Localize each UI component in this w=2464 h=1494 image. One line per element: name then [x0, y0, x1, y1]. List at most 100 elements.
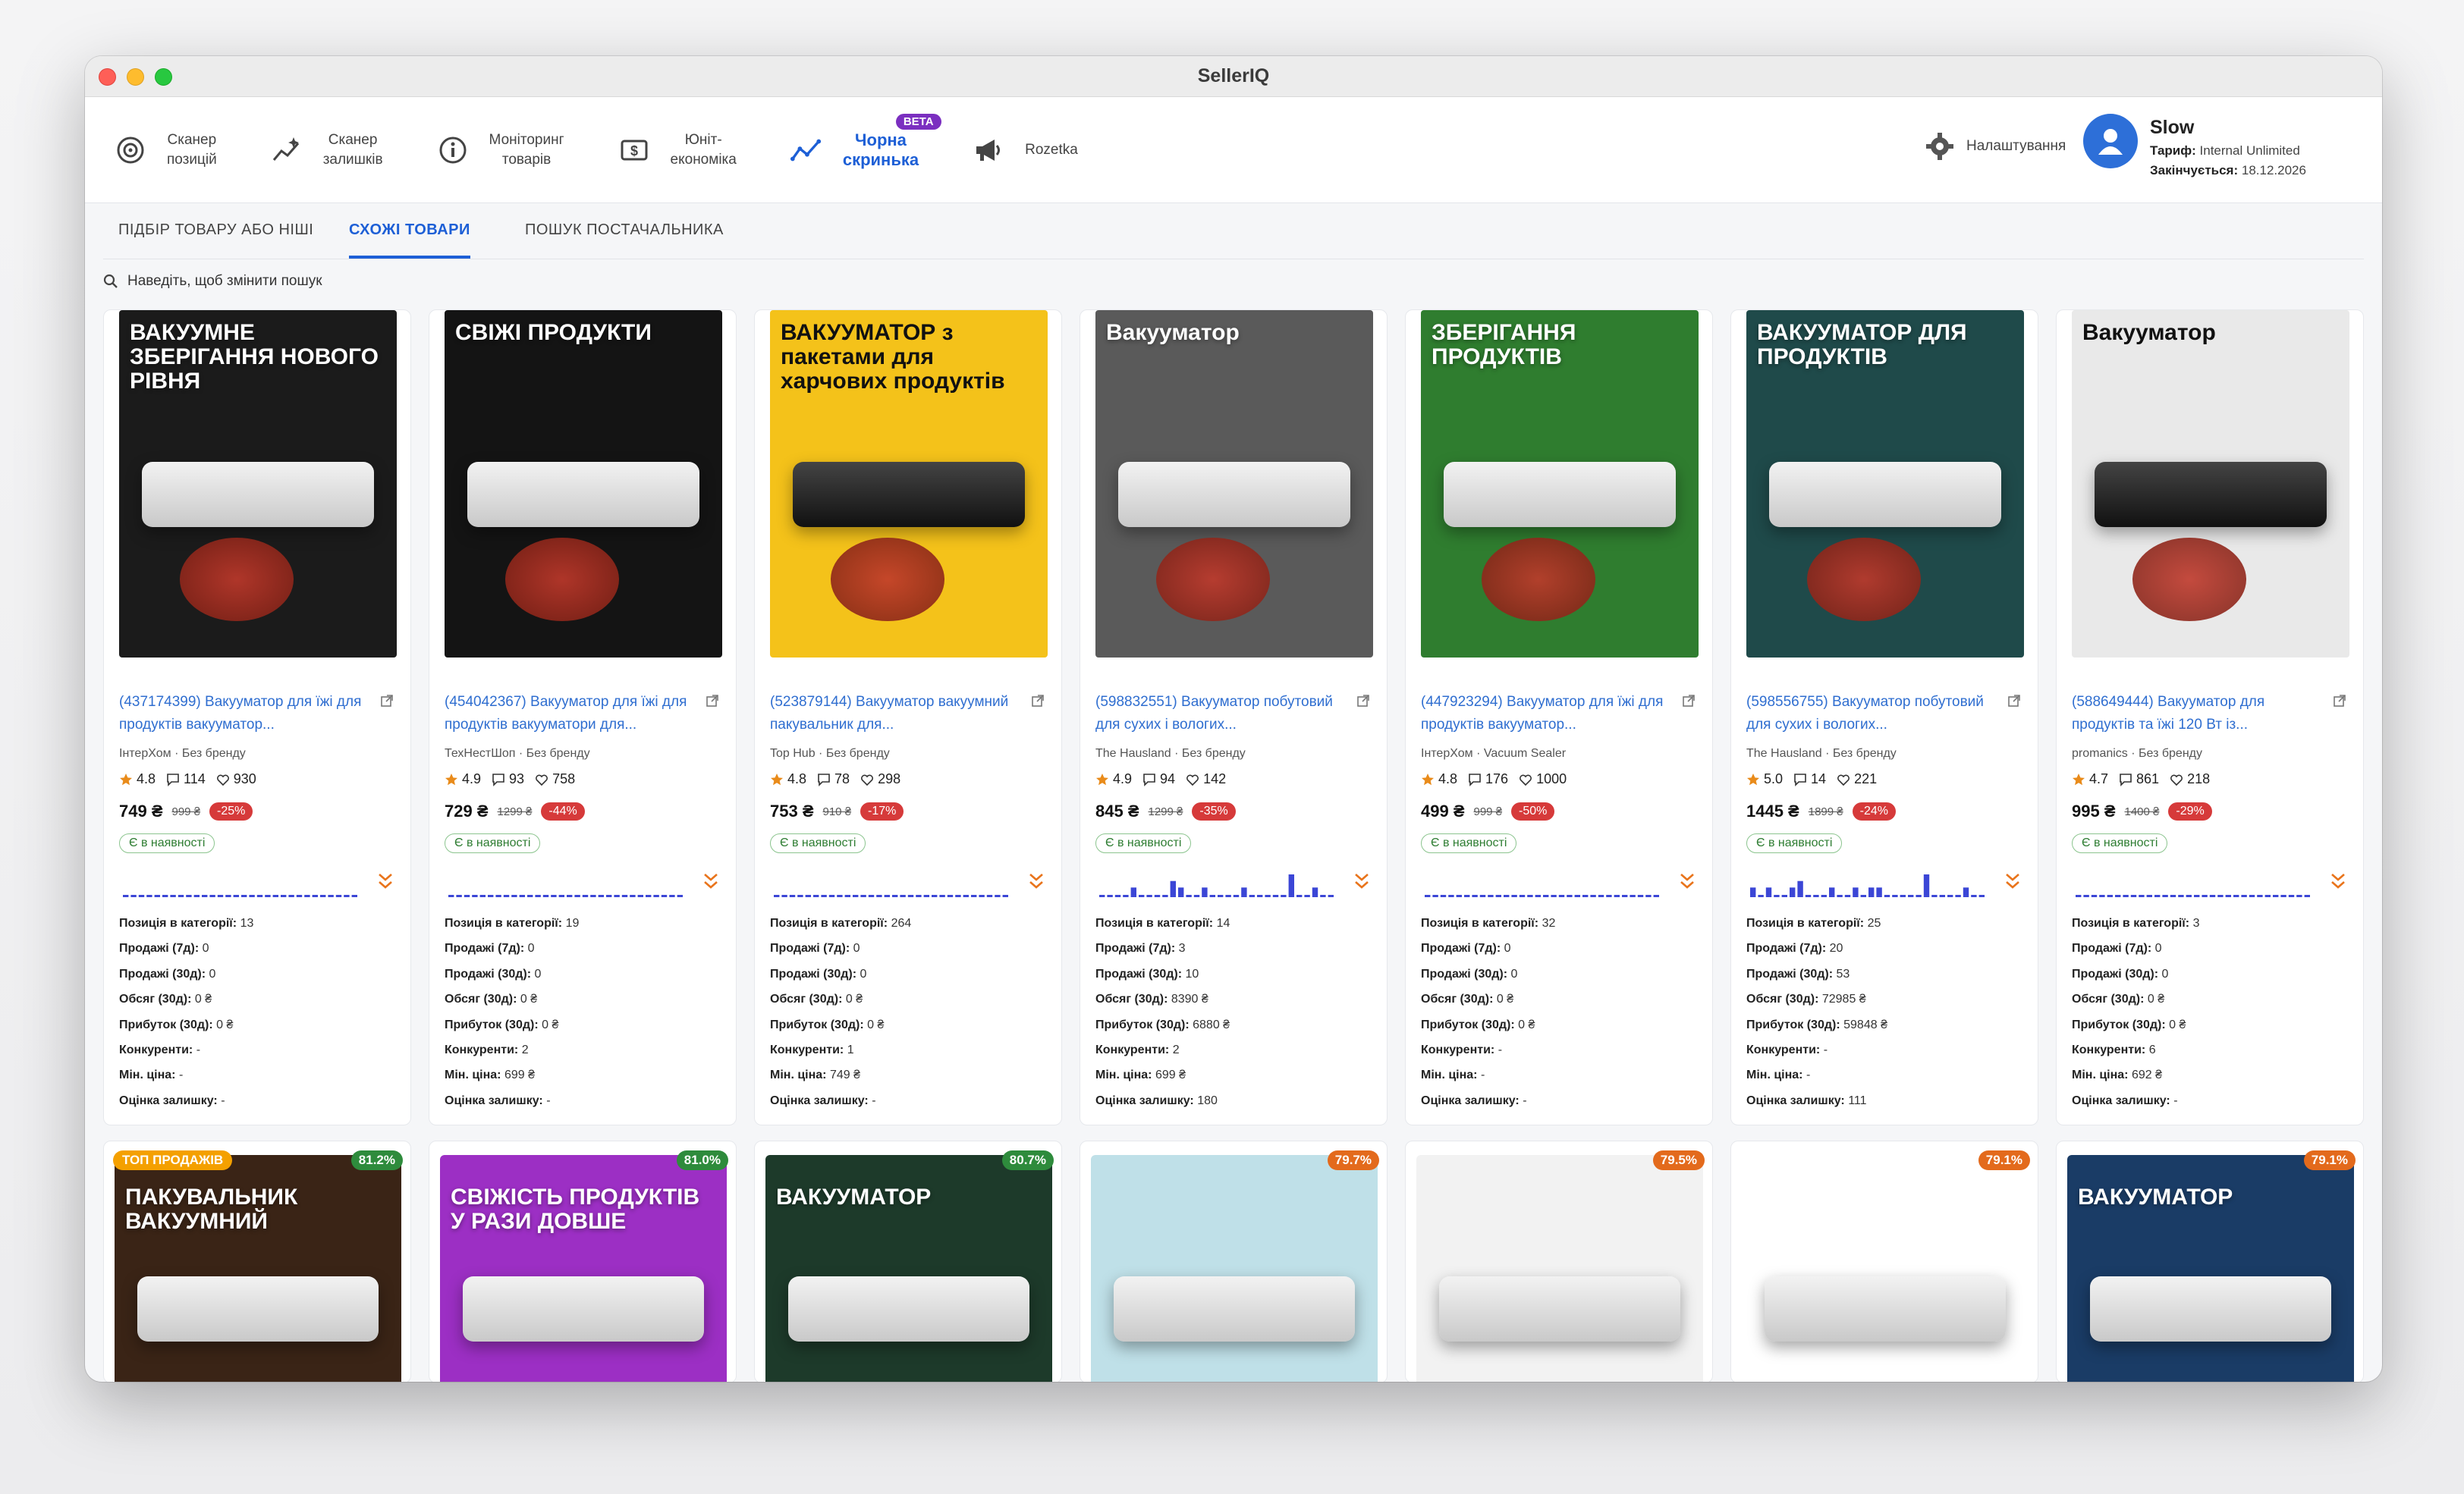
sparkline-bar	[265, 895, 271, 897]
metric-value: 0	[534, 967, 542, 981]
sparkline-bar	[1535, 895, 1541, 897]
sparkline-bar	[947, 895, 954, 897]
sparkline-bar	[781, 895, 787, 897]
metric-value: 72985 ₴	[1821, 993, 1866, 1006]
double-chevron-icon[interactable]	[2330, 871, 2346, 891]
product-image-text: ВАКУУМНЕ ЗБЕРІГАННЯ НОВОГО РІВНЯ	[130, 320, 379, 394]
metric-label: Прибуток (30д):	[445, 1018, 539, 1031]
product-card[interactable]: Вакууматор (588649444) Вакууматор для пр…	[2056, 309, 2364, 1125]
sparkline-bar	[1218, 895, 1224, 897]
nav-positions-scanner[interactable]: Сканер позицій	[114, 130, 217, 170]
nav-product-monitoring[interactable]: Моніторинг товарів	[436, 130, 564, 170]
product-image[interactable]: СВІЖІ ПРОДУКТИ	[445, 310, 722, 658]
sparkline-bar	[1432, 895, 1438, 897]
user-profile[interactable]: Slow Тариф: Internal Unlimited Закінчуєт…	[2083, 114, 2306, 178]
match-score-badge: 80.7%	[1001, 1150, 1054, 1170]
product-image[interactable]: ВАКУУМАТОР з пакетами для харчових проду…	[770, 310, 1048, 658]
product-card[interactable]: СВІЖІ ПРОДУКТИ (454042367) Вакууматор дл…	[429, 309, 737, 1125]
external-link-icon[interactable]	[2007, 694, 2021, 708]
product-card[interactable]: ВАКУУМАТОР 79.1%	[2056, 1141, 2364, 1382]
double-chevron-icon[interactable]	[1679, 871, 1696, 891]
product-title-link[interactable]: (447923294) Вакууматор для їжі для проду…	[1421, 691, 1671, 736]
external-link-icon[interactable]	[380, 694, 394, 708]
product-title-link[interactable]: (437174399) Вакууматор для їжі для проду…	[119, 691, 369, 736]
tab-supplier-search[interactable]: ПОШУК ПОСТАЧАЛЬНИКА	[525, 221, 724, 256]
product-title-link[interactable]: (523879144) Вакууматор вакуумний пакувал…	[770, 691, 1020, 736]
product-card[interactable]: 79.5%	[1405, 1141, 1713, 1382]
double-chevron-icon[interactable]	[1028, 871, 1045, 891]
metric-label: Продажі (30д):	[770, 967, 857, 981]
metric-label: Продажі (30д):	[445, 967, 532, 981]
product-card[interactable]: ЗБЕРІГАННЯ ПРОДУКТІВ (447923294) Вакуума…	[1405, 309, 1713, 1125]
metric-value: 692 ₴	[2131, 1069, 2162, 1082]
sparkline-bar	[1464, 895, 1470, 897]
product-image[interactable]: СВІЖІСТЬ ПРОДУКТІВ У РАЗИ ДОВШЕ	[440, 1155, 727, 1382]
metric-label: Обсяг (30д):	[119, 993, 192, 1006]
sparkline-bar	[923, 895, 929, 897]
double-chevron-icon[interactable]	[2004, 871, 2021, 891]
nav-black-box[interactable]: Чорна скринька BETA	[790, 113, 941, 170]
product-image[interactable]	[1416, 1155, 1703, 1382]
external-link-icon[interactable]	[2333, 694, 2346, 708]
product-title-link[interactable]: (598556755) Вакууматор побутовий для сух…	[1746, 691, 1997, 736]
product-title-link[interactable]: (588649444) Вакууматор для продуктів та …	[2072, 691, 2322, 736]
product-image-text: Вакууматор	[2082, 320, 2216, 345]
discount-badge: -44%	[541, 802, 585, 821]
sparkline-bar	[1186, 895, 1192, 897]
double-chevron-icon[interactable]	[377, 871, 394, 891]
metric-label: Мін. ціна:	[445, 1069, 501, 1082]
settings-button[interactable]: Налаштування	[1925, 132, 2066, 161]
nav-stock-scanner[interactable]: Сканер залишків	[270, 130, 383, 170]
metric-value: -	[1806, 1069, 1811, 1082]
product-image[interactable]	[1091, 1155, 1378, 1382]
product-image-fill: ВАКУУМАТОР ДЛЯ ПРОДУКТІВ	[1746, 310, 2024, 658]
product-image[interactable]: ВАКУУМАТОР	[765, 1155, 1052, 1382]
product-image[interactable]: ПАКУВАЛЬНИК ВАКУУМНИЙ	[115, 1155, 401, 1382]
product-image[interactable]	[1742, 1155, 2029, 1382]
food-picture	[505, 538, 619, 621]
product-image[interactable]: ВАКУУМАТОР ДЛЯ ПРОДУКТІВ	[1746, 310, 2024, 658]
external-link-icon[interactable]	[1356, 694, 1370, 708]
metric-s30: Продажі (30д): 0	[445, 962, 579, 987]
product-card[interactable]: ВАКУУМАТОР 80.7%	[754, 1141, 1062, 1382]
double-chevron-icon[interactable]	[1353, 871, 1370, 891]
product-title-link[interactable]: (598832551) Вакууматор побутовий для сух…	[1095, 691, 1346, 736]
product-image[interactable]: ЗБЕРІГАННЯ ПРОДУКТІВ	[1421, 310, 1699, 658]
product-card[interactable]: ВАКУУМАТОР з пакетами для харчових проду…	[754, 309, 1062, 1125]
product-card[interactable]: СВІЖІСТЬ ПРОДУКТІВ У РАЗИ ДОВШЕ 81.0%	[429, 1141, 737, 1382]
sparkline-bar	[1971, 895, 1977, 897]
external-link-icon[interactable]	[1682, 694, 1696, 708]
external-link-icon[interactable]	[1031, 694, 1045, 708]
product-card[interactable]: ВАКУУМАТОР ДЛЯ ПРОДУКТІВ (598556755) Вак…	[1730, 309, 2038, 1125]
tab-product-niche[interactable]: ПІДБІР ТОВАРУ АБО НІШІ	[118, 221, 313, 256]
sparkline-bar	[574, 895, 580, 897]
product-title-link[interactable]: (454042367) Вакууматор для їжі для проду…	[445, 691, 695, 736]
product-card[interactable]: Вакууматор (598832551) Вакууматор побуто…	[1080, 309, 1388, 1125]
external-link-icon[interactable]	[706, 694, 719, 708]
likes: 298	[860, 771, 900, 787]
product-card[interactable]: ВАКУУМНЕ ЗБЕРІГАННЯ НОВОГО РІВНЯ (437174…	[103, 309, 411, 1125]
product-card[interactable]: ПАКУВАЛЬНИК ВАКУУМНИЙ 81.2% ТОП ПРОДАЖІВ	[103, 1141, 411, 1382]
product-card[interactable]: 79.1%	[1730, 1141, 2038, 1382]
nav-label: Сканер залишків	[322, 131, 383, 168]
sparkline-bar	[1202, 887, 1208, 897]
metric-comp: Конкуренти: -	[1421, 1037, 1555, 1062]
nav-unit-economics[interactable]: $ Юніт- економіка	[618, 130, 737, 170]
nav-rozetka[interactable]: Rozetka	[972, 133, 1078, 167]
double-chevron-icon[interactable]	[702, 871, 719, 891]
search-hint[interactable]: Наведіть, щоб змінити пошук	[103, 273, 322, 290]
tab-similar-products[interactable]: СХОЖІ ТОВАРИ	[349, 221, 470, 259]
product-image[interactable]: Вакууматор	[2072, 310, 2349, 658]
product-image[interactable]: ВАКУУМАТОР	[2067, 1155, 2354, 1382]
metric-label: Позиція в категорії:	[1095, 917, 1214, 930]
sparkline-bar	[590, 895, 596, 897]
availability-badge: Є в наявності	[119, 833, 215, 853]
product-card[interactable]: 79.7%	[1080, 1141, 1388, 1382]
sparkline-bar	[669, 895, 675, 897]
discount-badge: -35%	[1192, 802, 1236, 821]
sparkline-bar	[186, 895, 192, 897]
product-image[interactable]: Вакууматор	[1095, 310, 1373, 658]
vacuum-sealer-picture	[1439, 1276, 1680, 1342]
sparkline-bar	[1178, 887, 1184, 897]
product-image[interactable]: ВАКУУМНЕ ЗБЕРІГАННЯ НОВОГО РІВНЯ	[119, 310, 397, 658]
